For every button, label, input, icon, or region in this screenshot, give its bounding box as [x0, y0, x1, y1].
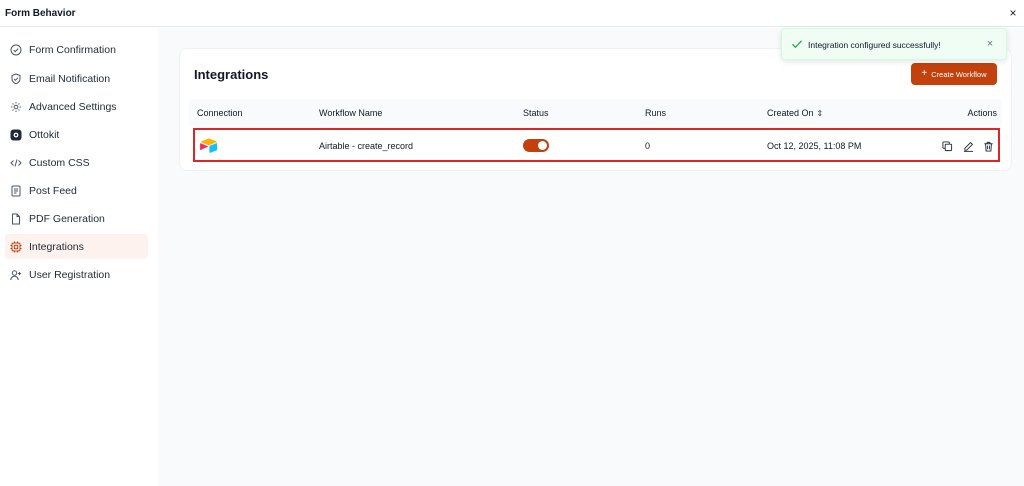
user-plus-icon: [10, 269, 22, 281]
integrations-icon: [10, 241, 22, 253]
integrations-card: Integrations + Create Workflow Connectio…: [179, 48, 1012, 171]
sidebar-item-pdf-generation[interactable]: PDF Generation: [5, 206, 148, 231]
toggle-knob: [538, 141, 547, 150]
sidebar-item-label: User Registration: [29, 268, 111, 281]
gear-icon: [10, 101, 22, 113]
document-icon: [10, 185, 22, 197]
runs-cell: 0: [645, 141, 651, 151]
sidebar-item-label: Integrations: [29, 240, 84, 253]
ottokit-icon: [10, 129, 22, 141]
sidebar-item-advanced-settings[interactable]: Advanced Settings: [5, 94, 148, 119]
top-bar: Form Behavior ×: [0, 0, 1024, 27]
sidebar-item-label: Advanced Settings: [29, 100, 117, 113]
page-title: Form Behavior: [5, 8, 76, 19]
sidebar-item-label: Custom CSS: [29, 156, 90, 169]
sidebar-item-label: Email Notification: [29, 72, 111, 85]
section-title: Integrations: [194, 67, 269, 82]
workflows-table: Connection Workflow Name Status Runs Cre…: [189, 99, 1002, 165]
sidebar-item-label: PDF Generation: [29, 212, 105, 225]
trash-icon[interactable]: [982, 140, 994, 152]
table-row: Airtable - create_record 0 Oct 12, 2025,…: [193, 128, 1000, 162]
sidebar-item-custom-css[interactable]: Custom CSS: [5, 150, 148, 175]
check-icon: [791, 38, 803, 50]
sidebar-item-label: Form Confirmation: [29, 43, 116, 56]
column-header-workflow-name: Workflow Name: [319, 108, 383, 118]
create-workflow-button[interactable]: + Create Workflow: [911, 63, 997, 85]
airtable-logo: [200, 138, 218, 153]
status-toggle[interactable]: [523, 139, 549, 152]
shield-icon: [10, 72, 22, 85]
toast-message: Integration configured successfully!: [808, 40, 941, 50]
sidebar: Form Confirmation Email Notification Adv…: [0, 28, 158, 486]
workflow-name-cell: Airtable - create_record: [319, 141, 414, 151]
column-header-actions: Actions: [967, 108, 997, 118]
table-header: Connection Workflow Name Status Runs Cre…: [189, 99, 1002, 127]
copy-icon[interactable]: [941, 140, 953, 152]
sidebar-item-email-notification[interactable]: Email Notification: [5, 66, 148, 91]
sidebar-item-post-feed[interactable]: Post Feed: [5, 178, 148, 203]
edit-icon[interactable]: [962, 140, 974, 152]
plus-icon: +: [921, 68, 928, 79]
sidebar-item-form-confirmation[interactable]: Form Confirmation: [5, 37, 148, 62]
column-header-status: Status: [523, 108, 549, 118]
column-header-created-on[interactable]: Created On ⇕: [767, 108, 823, 118]
code-icon: [10, 157, 22, 169]
column-header-connection: Connection: [197, 108, 243, 118]
sidebar-item-label: Post Feed: [29, 184, 77, 197]
sidebar-item-label: Ottokit: [29, 128, 60, 141]
main-content: Integrations + Create Workflow Connectio…: [158, 28, 1024, 486]
check-circle-icon: [10, 44, 22, 56]
sidebar-item-integrations[interactable]: Integrations: [5, 234, 148, 259]
sidebar-item-ottokit[interactable]: Ottokit: [5, 122, 148, 147]
success-toast: Integration configured successfully! ×: [781, 28, 1007, 60]
column-header-runs: Runs: [645, 108, 667, 118]
close-icon[interactable]: ×: [1007, 6, 1019, 20]
sidebar-item-user-registration[interactable]: User Registration: [5, 262, 148, 287]
created-on-cell: Oct 12, 2025, 11:08 PM: [767, 141, 862, 151]
toast-close-icon[interactable]: ×: [984, 37, 996, 51]
create-workflow-label: Create Workflow: [931, 69, 987, 79]
file-icon: [10, 213, 22, 225]
sort-icon[interactable]: ⇕: [817, 109, 824, 118]
column-header-created-on-label: Created On: [767, 108, 814, 118]
